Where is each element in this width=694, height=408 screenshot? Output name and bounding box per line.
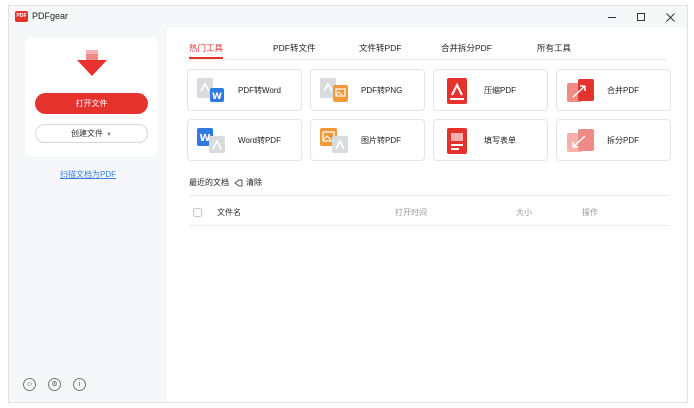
image-to-pdf-icon (320, 128, 348, 153)
pdf-to-word-icon: W (197, 78, 224, 102)
tool-pdf-to-word[interactable]: W PDF转Word (187, 69, 302, 111)
merge-pdf-icon (567, 79, 594, 102)
create-file-button[interactable]: 创建文件 ▼ (35, 124, 148, 143)
compress-pdf-icon (447, 78, 467, 104)
tool-label: Word转PDF (238, 136, 281, 145)
info-icon[interactable]: i (73, 378, 86, 391)
sidebar: 打开文件 创建文件 ▼ 扫描文档为PDF ☺ ⚙ i (9, 28, 167, 402)
recent-documents-header: 最近的文档 清除 (189, 177, 262, 188)
tool-label: 填写表单 (484, 136, 516, 145)
tab-file-to-pdf[interactable]: 文件转PDF (359, 42, 402, 54)
column-size[interactable]: 大小 (516, 207, 532, 218)
tool-merge-pdf[interactable]: 合并PDF (556, 69, 671, 111)
recent-documents-title: 最近的文档 (189, 178, 229, 187)
column-actions: 操作 (582, 208, 598, 217)
tool-label: PDF转Word (238, 86, 281, 95)
app-logo-text: PDF (16, 13, 27, 19)
svg-text:W: W (199, 133, 210, 144)
tool-label: 图片转PDF (361, 136, 401, 145)
minimize-button[interactable] (599, 6, 625, 28)
tool-label: 拆分PDF (607, 136, 639, 145)
tool-label: 压缩PDF (484, 86, 516, 95)
download-arrow-icon (77, 50, 107, 76)
settings-icon[interactable]: ⚙ (48, 378, 61, 391)
pdf-to-png-icon (320, 78, 348, 102)
open-file-button[interactable]: 打开文件 (35, 93, 148, 114)
app-window: PDF PDFgear 打开文件 创建文件 ▼ 扫描文档为PDF ☺ ⚙ i 热门… (8, 5, 688, 403)
sidebar-footer: ☺ ⚙ i (23, 378, 86, 391)
column-file-name[interactable]: 文件名 (217, 207, 241, 218)
tab-merge-split[interactable]: 合并拆分PDF (441, 42, 492, 54)
tab-divider (189, 59, 667, 60)
clear-recent-button[interactable]: 清除 (234, 177, 262, 188)
tab-pdf-to-file[interactable]: PDF转文件 (273, 42, 316, 54)
svg-text:W: W (212, 92, 222, 102)
create-file-label: 创建文件 (71, 129, 104, 138)
select-all-checkbox[interactable] (193, 208, 202, 217)
maximize-icon (637, 13, 645, 21)
clear-label: 清除 (246, 178, 262, 187)
tool-image-to-pdf[interactable]: 图片转PDF (310, 119, 425, 161)
file-list-divider (189, 225, 669, 226)
chevron-down-icon: ▼ (106, 132, 112, 138)
scan-to-pdf-link[interactable]: 扫描文档为PDF (9, 169, 167, 180)
close-button[interactable] (657, 6, 683, 28)
tool-split-pdf[interactable]: 拆分PDF (556, 119, 671, 161)
tool-label: PDF转PNG (361, 86, 403, 95)
minimize-icon (608, 16, 616, 18)
tool-pdf-to-png[interactable]: PDF转PNG (310, 69, 425, 111)
tool-label: 合并PDF (607, 86, 639, 95)
tool-compress-pdf[interactable]: 压缩PDF (433, 69, 548, 111)
eraser-icon (234, 179, 243, 186)
tool-word-to-pdf[interactable]: W Word转PDF (187, 119, 302, 161)
maximize-button[interactable] (628, 6, 654, 28)
theme-icon[interactable]: ☺ (23, 378, 36, 391)
tab-all-tools[interactable]: 所有工具 (537, 42, 571, 54)
main-panel: 热门工具 PDF转文件 文件转PDF 合并拆分PDF 所有工具 W PDF转Wo… (167, 28, 687, 402)
app-logo: PDF (15, 11, 28, 22)
title-bar: PDF PDFgear (9, 6, 687, 28)
column-open-time[interactable]: 打开时间 (395, 207, 427, 218)
tab-hot-tools[interactable]: 热门工具 (189, 42, 224, 59)
fill-form-icon (447, 128, 467, 154)
word-to-pdf-icon: W (197, 128, 225, 153)
file-list-header: 文件名 打开时间 大小 操作 (189, 206, 669, 220)
tool-grid: W PDF转Word PDF转PNG 压缩PDF 合并PDF W Word转PD… (187, 69, 671, 161)
app-title: PDFgear (32, 11, 69, 21)
open-file-card: 打开文件 创建文件 ▼ (25, 38, 158, 156)
tool-fill-form[interactable]: 填写表单 (433, 119, 548, 161)
split-pdf-icon (567, 129, 594, 152)
recent-divider (189, 195, 669, 196)
close-icon (665, 12, 675, 22)
